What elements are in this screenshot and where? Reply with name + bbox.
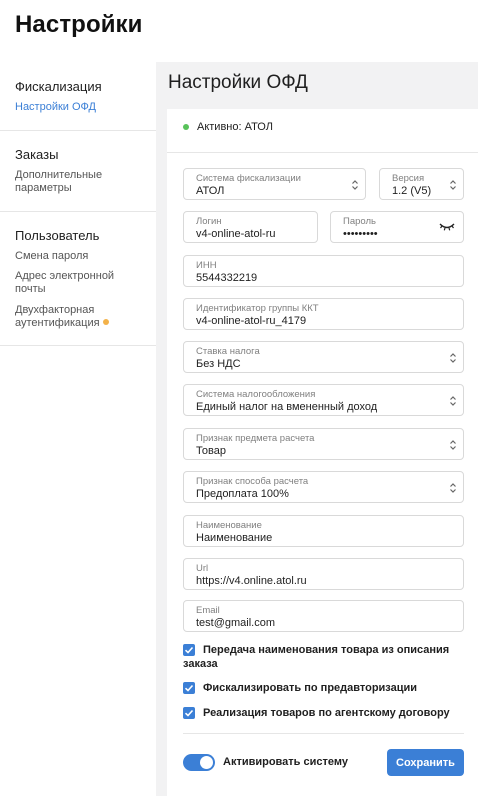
settings-card: Активно: АТОЛ Система фискализации АТОЛ … [167,109,478,796]
item-type-label: Признак предмета расчета [196,433,315,444]
eye-closed-icon[interactable] [439,222,455,232]
save-button[interactable]: Сохранить [387,749,464,776]
status-text: Активно: АТОЛ [197,121,273,133]
password-value: ••••••••• [343,228,378,240]
email-value: test@gmail.com [196,617,276,629]
login-value: v4-online-atol-ru [196,228,276,240]
main-content: Настройки ОФД Активно: АТОЛ Система фиск… [156,62,478,796]
activate-system-toggle[interactable] [183,754,215,771]
url-label: Url [196,563,209,574]
sidebar-heading-orders: Заказы [15,147,59,162]
sidebar-heading-fiscalization: Фискализация [15,79,102,94]
sidebar-section-fiscalization: Фискализация Настройки ОФД [0,62,156,131]
sidebar-heading-user: Пользователь [15,228,100,243]
url-value: https://v4.online.atol.ru [196,575,307,587]
inn-field[interactable]: ИНН 5544332219 [183,255,464,287]
password-label: Пароль [343,216,376,227]
agency-checkbox[interactable]: Реализация товаров по агентскому договор… [183,706,464,720]
email-field[interactable]: Email test@gmail.com [183,600,464,632]
kkt-group-value: v4-online-atol-ru_4179 [196,315,307,327]
email-label: Email [196,605,220,616]
version-label: Версия [392,173,425,184]
sidebar: Фискализация Настройки ОФД Заказы Дополн… [0,62,156,796]
name-field[interactable]: Наименование Наименование [183,515,464,547]
select-arrows-icon [450,396,456,406]
page-title: Настройки [15,11,143,38]
warning-dot-icon [102,319,109,325]
checkbox-checked-icon [183,682,195,694]
tax-rate-select[interactable]: Ставка налога Без НДС [183,341,464,373]
version-value: 1.2 (V5) [392,185,432,197]
select-arrows-icon [450,483,456,493]
payment-method-value: Предоплата 100% [196,488,289,500]
preauth-checkbox-label: Фискализировать по предавторизации [203,682,418,694]
password-field[interactable]: Пароль ••••••••• [330,211,464,243]
version-select[interactable]: Версия 1.2 (V5) [379,168,464,200]
login-field[interactable]: Логин v4-online-atol-ru [183,211,318,243]
url-field[interactable]: Url https://v4.online.atol.ru [183,558,464,590]
tax-system-select[interactable]: Система налогообложения Единый налог на … [183,384,464,416]
status-dot-icon [183,124,189,130]
kkt-group-label: Идентификатор группы ККТ [196,303,319,314]
activate-system-label: Активировать систему [223,756,348,768]
sidebar-item-two-factor-label: Двухфакторная аутентификация [15,304,100,329]
name-label: Наименование [196,520,262,531]
sidebar-item-email-address[interactable]: Адрес электронной почты [15,270,125,296]
tax-system-value: Единый налог на вмененный доход [196,401,378,413]
item-type-select[interactable]: Признак предмета расчета Товар [183,428,464,460]
pass-name-checkbox-label: Передача наименования товара из описания… [183,644,450,670]
sidebar-section-user: Пользователь Смена пароля Адрес электрон… [0,212,156,346]
name-value: Наименование [196,532,273,544]
payment-method-label: Признак способа расчета [196,476,309,487]
tax-rate-value: Без НДС [196,358,241,370]
item-type-value: Товар [196,445,226,457]
fiscal-system-select[interactable]: Система фискализации АТОЛ [183,168,366,200]
sidebar-item-change-password[interactable]: Смена пароля [15,250,145,263]
checkbox-checked-icon [183,644,195,656]
fiscal-system-value: АТОЛ [196,185,225,197]
login-label: Логин [196,216,222,227]
sidebar-item-two-factor[interactable]: Двухфакторная аутентификация [15,304,125,330]
divider [183,733,464,734]
agency-checkbox-label: Реализация товаров по агентскому договор… [203,707,450,719]
kkt-group-field[interactable]: Идентификатор группы ККТ v4-online-atol-… [183,298,464,330]
inn-value: 5544332219 [196,272,258,284]
tax-system-label: Система налогообложения [196,389,316,400]
pass-name-checkbox[interactable]: Передача наименования товара из описания… [183,643,464,671]
inn-label: ИНН [196,260,217,271]
section-title: Настройки ОФД [168,72,308,93]
divider [167,152,478,153]
sidebar-item-extra-params[interactable]: Дополнительные параметры [15,169,145,195]
tax-rate-label: Ставка налога [196,346,260,357]
select-arrows-icon [352,180,358,190]
sidebar-section-orders: Заказы Дополнительные параметры [0,131,156,212]
preauth-checkbox[interactable]: Фискализировать по предавторизации [183,681,464,695]
checkbox-checked-icon [183,707,195,719]
fiscal-system-label: Система фискализации [196,173,301,184]
toggle-knob [200,756,213,769]
select-arrows-icon [450,353,456,363]
sidebar-item-ofd-settings[interactable]: Настройки ОФД [15,101,145,114]
status-badge: Активно: АТОЛ [183,121,273,133]
select-arrows-icon [450,440,456,450]
select-arrows-icon [450,180,456,190]
payment-method-select[interactable]: Признак способа расчета Предоплата 100% [183,471,464,503]
